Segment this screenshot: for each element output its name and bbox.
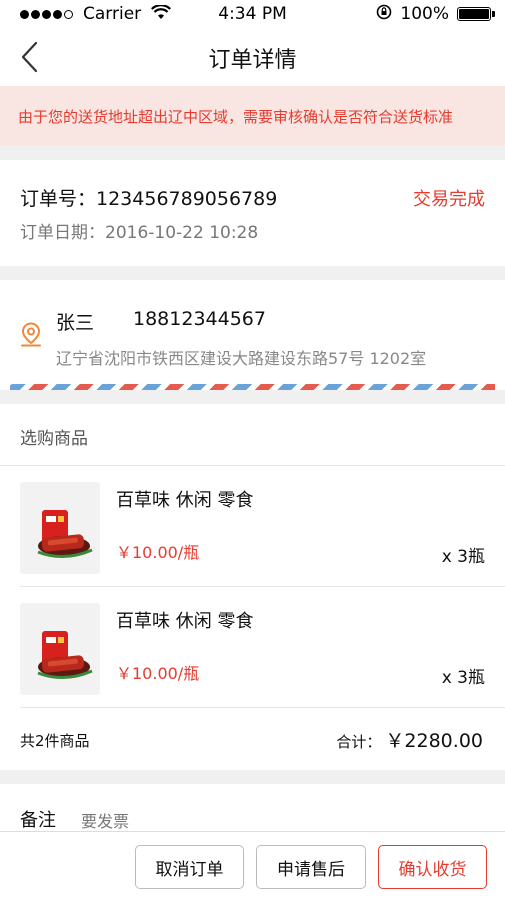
product-quantity: x 3瓶	[441, 547, 485, 567]
status-right: 100%	[376, 4, 495, 24]
goods-count: 共2件商品	[20, 732, 90, 750]
total-value: ￥2280.00	[385, 730, 483, 752]
product-quantity: x 3瓶	[441, 668, 485, 688]
product-price: ￥10.00/瓶	[116, 543, 200, 562]
bottom-action-bar: 取消订单 申请售后 确认收货	[0, 831, 505, 900]
recipient-phone: 18812344567	[133, 308, 266, 330]
order-number: 订单号：123456789056789	[20, 188, 278, 210]
product-name: 百草味 休闲 零食	[116, 490, 254, 511]
divider	[20, 707, 505, 708]
order-info-card: 订单号：123456789056789 交易完成 订单日期：2016-10-22…	[0, 160, 505, 266]
battery-icon	[457, 7, 495, 21]
goods-header: 选购商品	[20, 429, 88, 449]
airmail-border	[10, 384, 495, 390]
product-thumbnail	[20, 482, 100, 574]
total-label: 合计：	[336, 733, 382, 751]
notice-text: 由于您的送货地址超出辽中区域，需要审核确认是否符合送货标准	[18, 107, 454, 126]
battery-percent: 100%	[400, 4, 449, 24]
recipient-name: 张三	[56, 312, 95, 334]
product-item[interactable]: 百草味 休闲 零食 ￥10.00/瓶 x 3瓶	[0, 587, 505, 707]
goods-card: 选购商品 百草味 休闲 零食 ￥10.00/瓶 x 3瓶 百草味 休闲 零食 ￥…	[0, 404, 505, 770]
remark-label: 备注	[20, 810, 56, 831]
product-thumbnail	[20, 603, 100, 695]
after-sale-button[interactable]: 申请售后	[256, 845, 366, 889]
address-detail: 辽宁省沈阳市铁西区建设大路建设东路57号 1202室	[56, 349, 427, 368]
product-name: 百草味 休闲 零食	[116, 611, 254, 632]
confirm-receipt-button[interactable]: 确认收货	[378, 845, 487, 889]
cancel-order-button[interactable]: 取消订单	[135, 845, 244, 889]
order-date: 订单日期：2016-10-22 10:28	[20, 223, 259, 243]
product-item[interactable]: 百草味 休闲 零食 ￥10.00/瓶 x 3瓶	[0, 466, 505, 586]
remark-text: 要发票	[81, 812, 130, 831]
location-pin-icon	[20, 322, 42, 348]
product-price: ￥10.00/瓶	[116, 664, 200, 683]
order-status: 交易完成	[413, 189, 485, 210]
order-total: 合计： ￥2280.00	[336, 726, 483, 753]
page-title: 订单详情	[208, 48, 297, 73]
delivery-notice: 由于您的送货地址超出辽中区域，需要审核确认是否符合送货标准	[0, 86, 505, 146]
chevron-left-icon[interactable]	[18, 40, 48, 74]
rotation-lock-icon	[376, 4, 392, 24]
status-bar: Carrier 4:34 PM 100%	[0, 0, 505, 28]
address-card: 张三 18812344567 辽宁省沈阳市铁西区建设大路建设东路57号 1202…	[0, 280, 505, 390]
nav-bar: 订单详情	[0, 28, 505, 86]
